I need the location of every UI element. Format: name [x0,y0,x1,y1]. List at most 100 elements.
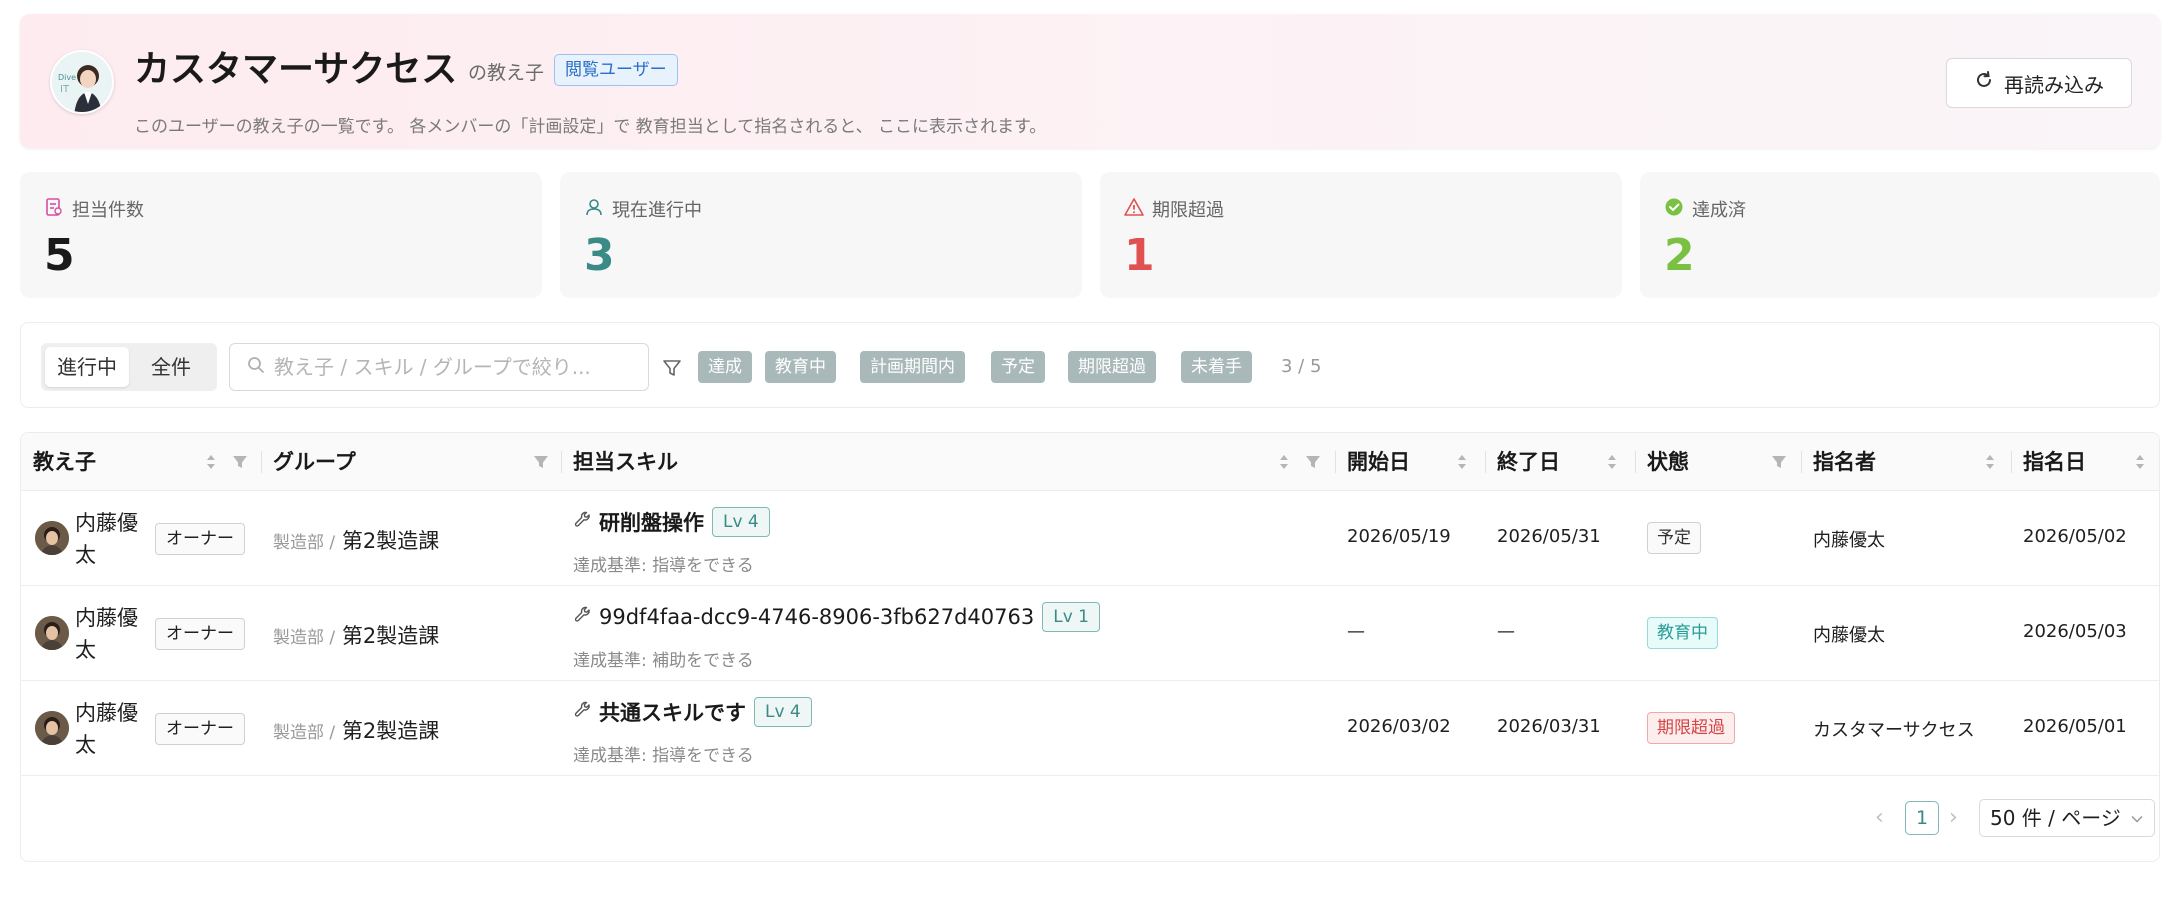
column-divider [261,451,262,473]
skill-name[interactable]: 研削盤操作 [599,507,704,537]
filter-chip-overdue[interactable]: 期限超過 [1068,351,1156,383]
end-date: 2026/05/31 [1497,526,1601,547]
filter-bar: 進行中 全件 達成 教育中 計画期間内 予定 期限超過 未着手 3 / 5 [20,322,2160,408]
page-number[interactable]: 1 [1905,801,1939,835]
column-divider [561,451,562,473]
skill-cell: 99df4faa-dcc9-4746-8906-3fb627d40763 Lv … [573,602,1100,632]
column-header-skill[interactable]: 担当スキル [573,433,678,491]
column-header-group[interactable]: グループ [273,433,356,491]
reload-button[interactable]: 再読み込み [1946,58,2132,108]
filter-chip-not-started[interactable]: 未着手 [1181,351,1252,383]
search-input[interactable] [274,355,634,379]
stat-card-assigned: 担当件数 5 [20,172,542,298]
skill-cell: 共通スキルです Lv 4 [573,697,812,727]
chevron-down-icon [2131,815,2143,823]
stat-value: 1 [1124,230,1155,281]
column-header-mentee[interactable]: 教え子 [33,433,96,491]
reload-label: 再読み込み [2004,74,2104,97]
page-title: カスタマーサクセス [134,49,458,90]
stat-card-completed: 達成済 2 [1640,172,2160,298]
role-tag: オーナー [155,618,245,650]
status-badge: 期限超過 [1647,712,1735,744]
avatar [35,711,69,745]
start-date: 2026/03/02 [1347,716,1451,737]
next-page-icon[interactable]: › [1949,805,1958,830]
column-divider [1635,451,1636,473]
department-label: 製造部 / [273,628,336,648]
column-divider [1335,451,1336,473]
end-date: — [1497,621,1515,642]
wrench-icon [573,700,593,724]
mentee-name[interactable]: 内藤優太 [75,602,145,666]
stat-value: 3 [584,230,615,281]
sort-icon[interactable] [1453,452,1471,472]
level-badge: Lv 1 [1042,602,1100,632]
filter-icon[interactable] [661,357,683,379]
column-filter-icon[interactable] [1304,452,1322,472]
page-subtitle: の教え子 [468,62,545,84]
filter-chip-achieved[interactable]: 達成 [698,351,752,383]
mentee-name[interactable]: 内藤優太 [75,697,145,761]
filter-chip-planned[interactable]: 予定 [991,351,1045,383]
stat-label: 期限超過 [1152,200,1224,221]
check-circle-icon [1664,197,1684,222]
stat-value: 5 [44,230,75,281]
stat-card-in-progress: 現在進行中 3 [560,172,1082,298]
skill-name[interactable]: 共通スキルです [599,697,746,727]
page-size-label: 50 件 / ページ [1990,806,2121,830]
sort-icon[interactable] [202,452,220,472]
mentee-table: 教え子 グループ 担当スキル 開始日 終了日 状態 指名者 指名日 内藤優太 オ… [20,432,2160,862]
column-header-status[interactable]: 状態 [1647,433,1689,491]
column-divider [1485,451,1486,473]
page-size-select[interactable]: 50 件 / ページ [1979,799,2155,837]
achievement-criteria: 達成基準: 補助をできる [573,651,754,671]
view-toggle: 進行中 全件 [41,343,217,391]
achievement-criteria: 達成基準: 指導をできる [573,746,754,766]
skill-cell: 研削盤操作 Lv 4 [573,507,770,537]
reload-icon [1974,70,1994,96]
table-row[interactable]: 内藤優太 オーナー 製造部 / 第2製造課 共通スキルです Lv 4 達成基準:… [21,681,2159,776]
level-badge: Lv 4 [754,697,812,727]
column-header-start-date[interactable]: 開始日 [1347,433,1410,491]
wrench-icon [573,605,593,629]
sort-icon[interactable] [1981,452,1999,472]
sort-icon[interactable] [2131,452,2149,472]
nominated-date: 2026/05/01 [2023,716,2127,737]
segment-all[interactable]: 全件 [129,347,213,387]
group-cell: 製造部 / 第2製造課 [273,525,439,555]
status-badge: 教育中 [1647,617,1718,649]
warning-icon [1124,197,1144,222]
list-icon [44,197,64,222]
column-filter-icon[interactable] [532,452,550,472]
stat-label: 達成済 [1692,200,1746,221]
skill-name[interactable]: 99df4faa-dcc9-4746-8906-3fb627d40763 [599,605,1034,629]
mentee-name[interactable]: 内藤優太 [75,507,145,571]
avatar [35,521,69,555]
column-header-nominator[interactable]: 指名者 [1813,433,1876,491]
filter-chip-training[interactable]: 教育中 [765,351,836,383]
table-row[interactable]: 内藤優太 オーナー 製造部 / 第2製造課 研削盤操作 Lv 4 達成基準: 指… [21,491,2159,586]
table-row[interactable]: 内藤優太 オーナー 製造部 / 第2製造課 99df4faa-dcc9-4746… [21,586,2159,681]
start-date: 2026/05/19 [1347,526,1451,547]
svg-text:Dive: Dive [58,73,76,82]
filter-chip-in-plan-period[interactable]: 計画期間内 [860,351,965,383]
column-filter-icon[interactable] [231,452,249,472]
nominator: カスタマーサクセス [1813,720,1975,741]
prev-page-icon[interactable]: ‹ [1875,805,1884,830]
table-header: 教え子 グループ 担当スキル 開始日 終了日 状態 指名者 指名日 [21,433,2159,491]
sort-icon[interactable] [1275,452,1293,472]
column-filter-icon[interactable] [1770,452,1788,472]
column-header-end-date[interactable]: 終了日 [1497,433,1560,491]
status-badge: 予定 [1647,522,1701,554]
department-label: 製造部 / [273,533,336,553]
segment-in-progress[interactable]: 進行中 [45,347,129,387]
stat-label: 担当件数 [72,200,144,221]
sort-icon[interactable] [1603,452,1621,472]
avatar: Dive IT [50,50,114,114]
group-cell: 製造部 / 第2製造課 [273,620,439,650]
search-box [229,343,649,391]
department-label: 製造部 / [273,723,336,743]
column-header-nominated-date[interactable]: 指名日 [2023,433,2086,491]
group-cell: 製造部 / 第2製造課 [273,715,439,745]
nominated-date: 2026/05/03 [2023,621,2127,642]
